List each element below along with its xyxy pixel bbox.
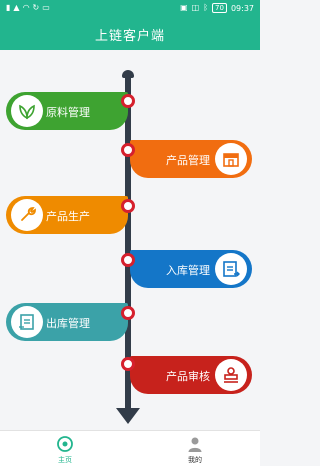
item-label: 产品生产 (46, 210, 90, 223)
item-label: 产品审核 (166, 370, 210, 383)
wifi-icon: ◠ (22, 3, 30, 12)
timeline-dot (121, 143, 135, 157)
stamp-icon (215, 359, 247, 391)
vibrate-icon: ◫ (191, 3, 200, 12)
message-icon: ▭ (42, 3, 50, 12)
item-label: 产品管理 (166, 154, 210, 167)
status-right: ▣ ◫ ᛒ 70 09:37 (180, 3, 254, 13)
tab-home[interactable]: 主页 (0, 431, 130, 466)
sync-icon: ↻ (32, 3, 40, 12)
timeline-item-product-management[interactable]: 产品管理 (130, 140, 252, 178)
status-bar: ▮ ▲ ◠ ↻ ▭ ▣ ◫ ᛒ 70 09:37 (0, 0, 260, 16)
item-label: 原料管理 (46, 106, 90, 119)
timeline-dot (121, 253, 135, 267)
wrench-icon (11, 199, 43, 231)
tab-label: 主页 (58, 456, 72, 464)
item-label: 出库管理 (46, 317, 90, 330)
timeline-item-inbound[interactable]: 入库管理 (130, 250, 252, 288)
timeline-item-production[interactable]: 产品生产 (6, 196, 128, 234)
timeline-arrow-icon (116, 408, 140, 424)
bluetooth-icon: ᛒ (203, 3, 209, 12)
shop-icon (215, 143, 247, 175)
timeline-dot (121, 357, 135, 371)
status-time: 09:37 (230, 3, 254, 13)
bottom-tab-bar: 主页 我的 (0, 430, 260, 466)
timeline-dot (121, 306, 135, 320)
timeline-item-review[interactable]: 产品审核 (130, 356, 252, 394)
timeline-content: 原料管理 产品管理 产品生产 入库管理 出库管理 产品审核 (0, 50, 260, 430)
home-icon (57, 436, 73, 452)
battery-indicator: 70 (212, 3, 227, 13)
status-left-icons: ▮ ▲ ◠ ↻ ▭ (6, 3, 50, 13)
app-header: 上链客户端 (0, 16, 260, 50)
hd-icon: ▮ (6, 3, 11, 12)
tab-label: 我的 (188, 456, 202, 464)
leaf-icon (11, 95, 43, 127)
outbound-form-icon (11, 306, 43, 338)
timeline-item-raw-material[interactable]: 原料管理 (6, 92, 128, 130)
signal-icon: ▲ (13, 3, 20, 12)
nfc-icon: ▣ (180, 3, 188, 12)
user-icon (187, 436, 203, 452)
page-title: 上链客户端 (94, 29, 165, 44)
timeline-dot (121, 94, 135, 108)
item-label: 入库管理 (166, 264, 210, 277)
timeline-item-outbound[interactable]: 出库管理 (6, 303, 128, 341)
inbound-form-icon (215, 253, 247, 285)
timeline-dot (121, 199, 135, 213)
tab-mine[interactable]: 我的 (130, 431, 260, 466)
